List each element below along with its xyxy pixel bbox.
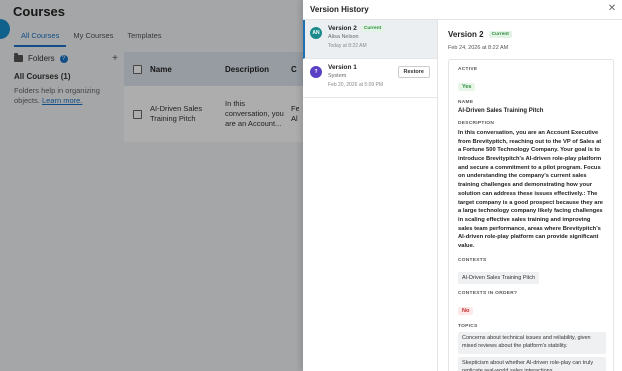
- detail-version-title: Version 2: [448, 30, 484, 39]
- context-chip: AI-Driven Sales Training Pitch: [458, 271, 540, 284]
- version-author: Alisa Nelson: [328, 34, 359, 40]
- drawer-header: Version History: [303, 0, 622, 20]
- status-badge: Current: [488, 31, 512, 38]
- name-label: NAME: [458, 100, 474, 105]
- name-value: AI-Driven Sales Training Pitch: [458, 108, 544, 114]
- drawer-title: Version History: [310, 5, 369, 14]
- active-value: Yes: [458, 83, 476, 91]
- topic-item: Skepticism about whether AI-driven role-…: [458, 356, 606, 371]
- detail-date: Feb 24, 2026 at 8:22 AM: [448, 45, 509, 51]
- version-list: AN Version 2 Current Alisa Nelson Today …: [303, 20, 438, 371]
- detail-card: ACTIVE Yes NAME AI-Driven Sales Training…: [448, 59, 614, 371]
- version-name: Version 2: [328, 25, 357, 32]
- version-item-2[interactable]: AN Version 2 Current Alisa Nelson Today …: [303, 20, 437, 59]
- close-icon[interactable]: ✕: [606, 3, 618, 15]
- status-badge: Current: [360, 25, 385, 32]
- version-name: Version 1: [328, 64, 357, 71]
- version-history-drawer: Version History ✕ AN Version 2 Current A…: [303, 0, 622, 371]
- contexts-label: CONTEXTS: [458, 257, 487, 263]
- avatar: ?: [310, 66, 322, 78]
- version-detail: Version 2 Current Feb 24, 2026 at 8:22 A…: [439, 20, 622, 371]
- description-label: DESCRIPTION: [458, 121, 495, 126]
- restore-button[interactable]: Restore: [397, 66, 430, 78]
- contexts-order-label: CONTEXTS IN ORDER?: [458, 290, 518, 296]
- description-value: In this conversation, you are an Account…: [458, 130, 603, 249]
- version-date: Today at 8:22 AM: [328, 43, 367, 49]
- version-item-1[interactable]: ? Version 1 System Feb 20, 2026 at 5:09 …: [303, 59, 437, 98]
- avatar: AN: [310, 27, 322, 39]
- contexts-order-value: No: [458, 306, 474, 315]
- active-label: ACTIVE: [458, 67, 478, 72]
- version-date: Feb 20, 2026 at 5:09 PM: [328, 82, 384, 88]
- topics-label: TOPICS: [458, 323, 478, 329]
- topic-item: Concerns about technical issues and reli…: [458, 331, 606, 354]
